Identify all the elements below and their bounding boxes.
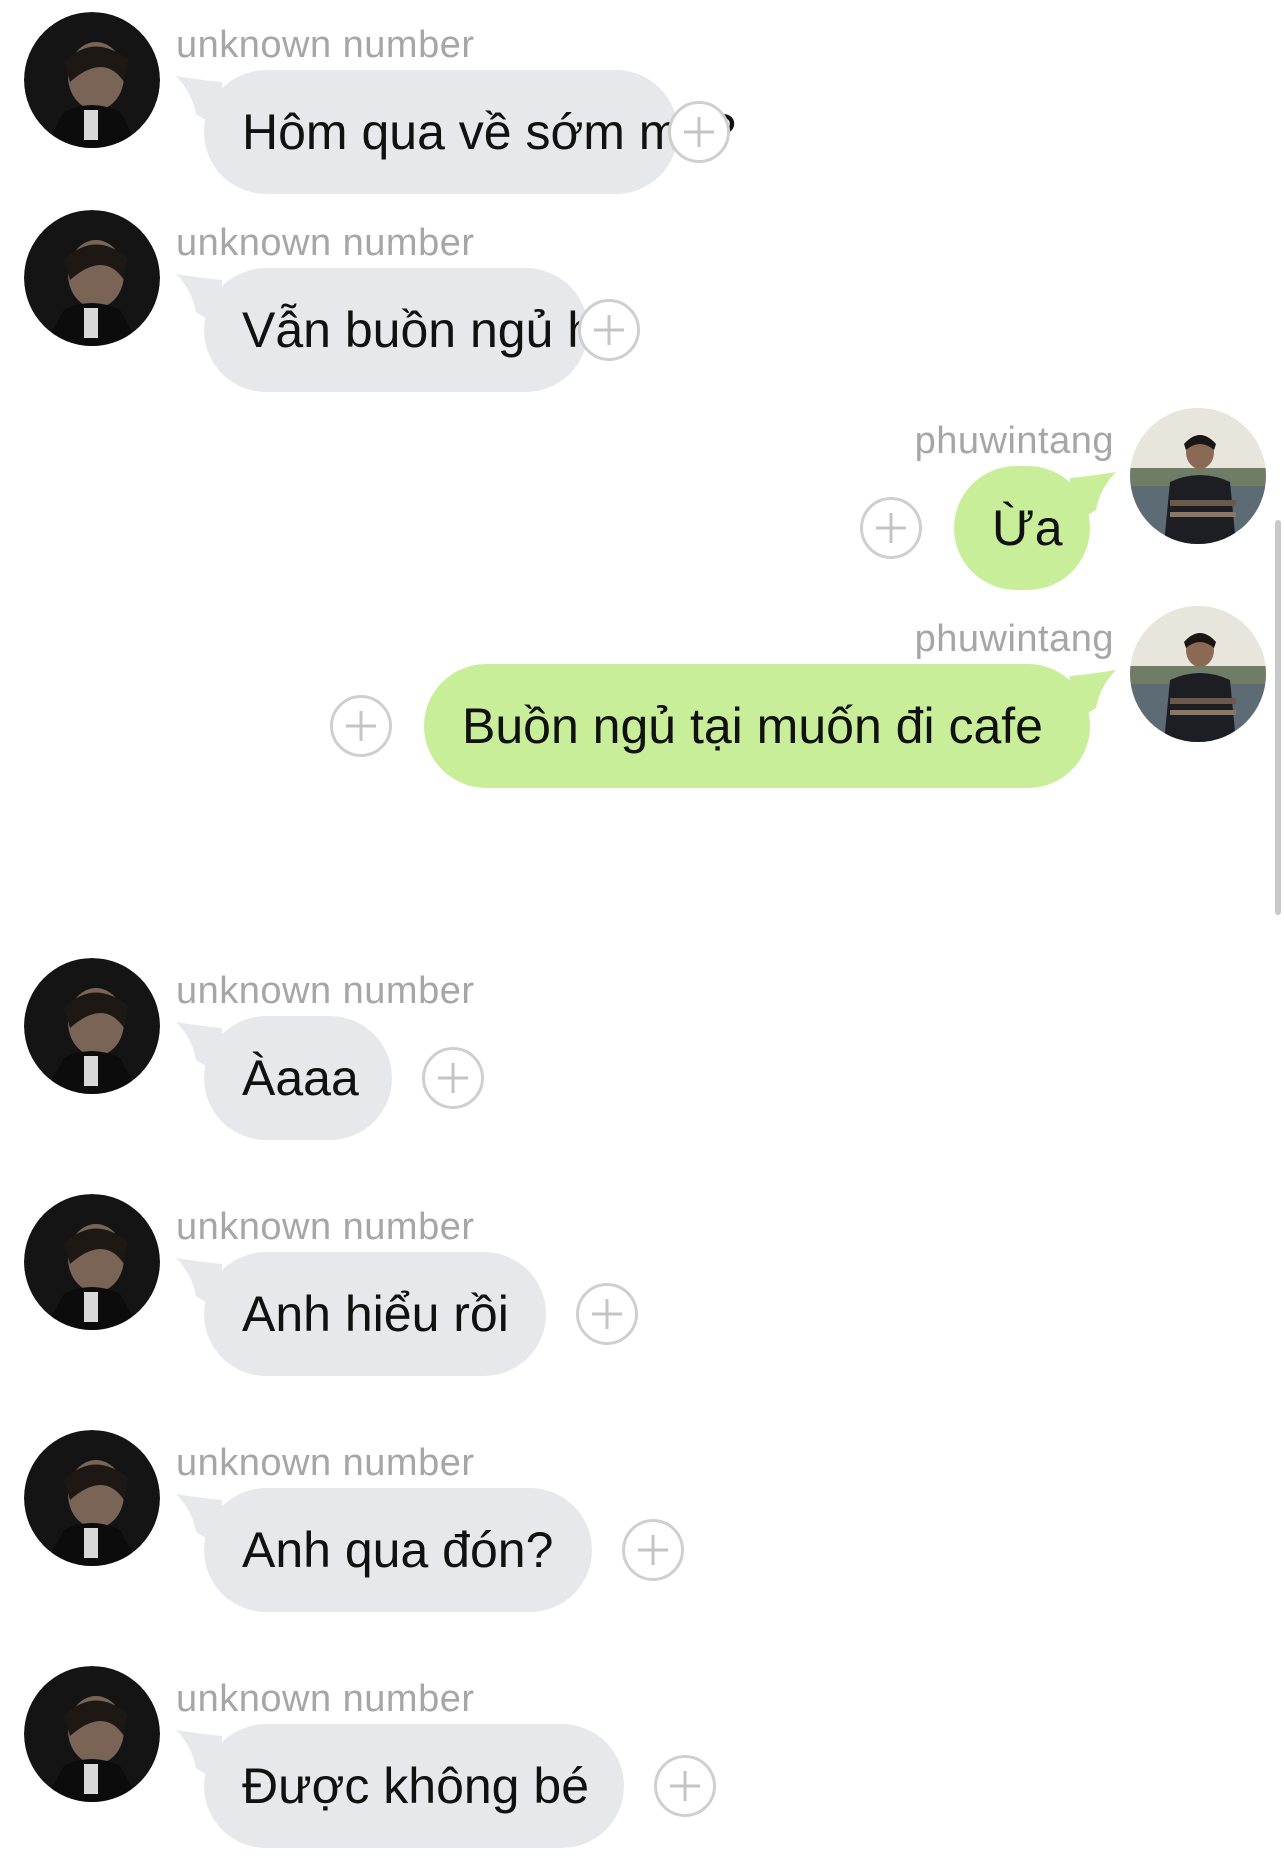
message-text: Buồn ngủ tại muốn đi cafe xyxy=(462,698,1043,754)
message-text: Vẫn buồn ngủ hả xyxy=(242,302,623,358)
message-text: Àaaa xyxy=(242,1050,359,1106)
avatar-lakeside-icon xyxy=(1130,606,1266,742)
message-bubble[interactable]: Được không bé xyxy=(204,1724,624,1848)
avatar[interactable] xyxy=(24,1666,160,1802)
message-bubble[interactable]: Hôm qua về sớm mà? xyxy=(204,70,736,194)
avatar[interactable] xyxy=(1130,408,1266,544)
message-bubble[interactable]: Anh qua đón? xyxy=(204,1488,592,1612)
message-text: Ừa xyxy=(992,500,1063,556)
message-bubble[interactable]: Ừa xyxy=(954,466,1090,590)
avatar[interactable] xyxy=(24,1430,160,1566)
plus-circle-icon[interactable] xyxy=(622,1519,684,1581)
sender-name: unknown number xyxy=(176,1442,475,1484)
message-bubble[interactable]: Buồn ngủ tại muốn đi cafe xyxy=(424,664,1090,788)
avatar-lakeside-icon xyxy=(1130,408,1266,544)
message-text: Anh qua đón? xyxy=(242,1522,554,1578)
sender-name: unknown number xyxy=(176,1206,475,1248)
sender-name: unknown number xyxy=(176,222,475,264)
message-bubble[interactable]: Anh hiểu rồi xyxy=(204,1252,546,1376)
scrollbar[interactable] xyxy=(1275,520,1281,915)
message-bubble[interactable]: Àaaa xyxy=(204,1016,392,1140)
avatar[interactable] xyxy=(24,1194,160,1330)
message-text: Hôm qua về sớm mà? xyxy=(242,104,737,160)
avatar[interactable] xyxy=(1130,606,1266,742)
sender-name: phuwintang xyxy=(914,420,1114,462)
sender-name: unknown number xyxy=(176,24,475,66)
message-text: Anh hiểu rồi xyxy=(242,1286,509,1342)
avatar[interactable] xyxy=(24,958,160,1094)
plus-circle-icon[interactable] xyxy=(668,101,730,163)
avatar-dark-icon xyxy=(24,1430,160,1566)
avatar-dark-icon xyxy=(24,958,160,1094)
message-text: Được không bé xyxy=(242,1758,589,1814)
plus-circle-icon[interactable] xyxy=(654,1755,716,1817)
plus-circle-icon[interactable] xyxy=(576,1283,638,1345)
avatar-dark-icon xyxy=(24,12,160,148)
plus-circle-icon[interactable] xyxy=(860,497,922,559)
message-bubble[interactable]: Vẫn buồn ngủ hả xyxy=(204,268,623,392)
sender-name: unknown number xyxy=(176,970,475,1012)
avatar-dark-icon xyxy=(24,1194,160,1330)
plus-circle-icon[interactable] xyxy=(578,299,640,361)
sender-name: unknown number xyxy=(176,1678,475,1720)
avatar[interactable] xyxy=(24,12,160,148)
plus-circle-icon[interactable] xyxy=(330,695,392,757)
avatar-dark-icon xyxy=(24,1666,160,1802)
avatar[interactable] xyxy=(24,210,160,346)
sender-name: phuwintang xyxy=(914,618,1114,660)
plus-circle-icon[interactable] xyxy=(422,1047,484,1109)
avatar-dark-icon xyxy=(24,210,160,346)
